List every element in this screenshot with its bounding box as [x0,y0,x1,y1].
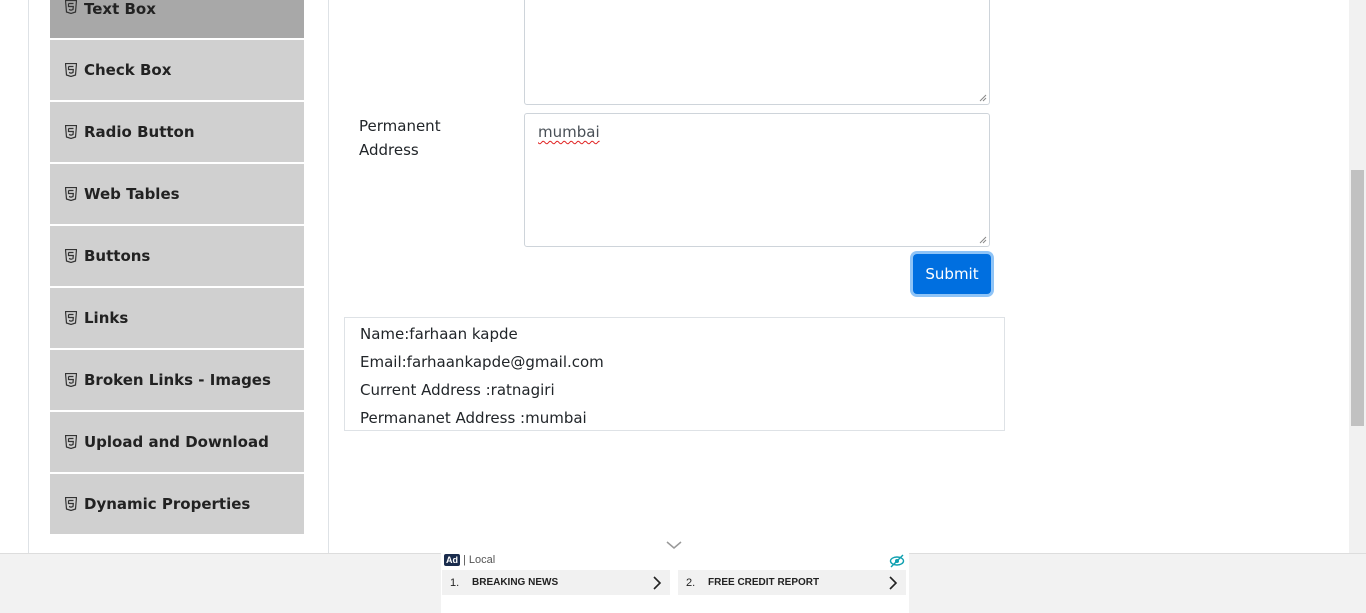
chevron-down-icon[interactable] [664,538,684,552]
ad-link-free-credit-report[interactable]: 2. FREE CREDIT REPORT [678,570,906,595]
html5-icon [65,187,77,201]
sidebar-item-broken-links-images[interactable]: Broken Links - Images [50,350,304,412]
html5-icon [65,249,77,263]
current-address-textarea[interactable] [524,0,990,105]
sidebar-item-label: Dynamic Properties [84,495,251,513]
sidebar-item-label: Broken Links - Images [84,371,271,389]
html5-icon [65,0,77,14]
chevron-right-icon [889,575,898,590]
sidebar-item-check-box[interactable]: Check Box [50,40,304,102]
eye-slash-icon[interactable] [889,554,905,568]
output-name: Name:farhaan kapde [360,325,518,343]
ad-link-number: 1. [450,576,460,589]
sidebar-menu: Text Box Check Box Radio Button Web Tabl… [50,0,305,536]
submit-button[interactable]: Submit [913,254,991,294]
html5-icon [65,435,77,449]
ad-badge: Ad [444,554,460,566]
ad-link-text: BREAKING NEWS [472,577,559,588]
ad-panel: Ad | Local 1. BREAKING NEWS 2. FREE CRED… [441,553,909,613]
html5-icon [65,373,77,387]
resize-grip-icon[interactable] [978,93,987,102]
sidebar-item-label: Text Box [84,0,156,18]
sidebar-item-buttons[interactable]: Buttons [50,226,304,288]
sidebar-item-web-tables[interactable]: Web Tables [50,164,304,226]
html5-icon [65,125,77,139]
output-permanent-address: Permananet Address :mumbai [360,409,587,427]
sidebar-item-links[interactable]: Links [50,288,304,350]
ad-link-text: FREE CREDIT REPORT [708,577,820,588]
sidebar-item-label: Web Tables [84,185,180,203]
ad-source: | Local [463,554,496,566]
ad-link-number: 2. [686,576,696,589]
sidebar-item-label: Buttons [84,247,151,265]
html5-icon [65,311,77,325]
output-email: Email:farhaankapde@gmail.com [360,353,604,371]
ad-link-breaking-news[interactable]: 1. BREAKING NEWS [442,570,670,595]
sidebar-item-dynamic-properties[interactable]: Dynamic Properties [50,474,304,536]
sidebar-item-text-box[interactable]: Text Box [50,0,304,40]
scrollbar-thumb[interactable] [1351,170,1364,426]
output-panel: Name:farhaan kapde Email:farhaankapde@gm… [344,317,1005,431]
html5-icon [65,63,77,77]
page: Text Box Check Box Radio Button Web Tabl… [0,0,1366,613]
chevron-right-icon [653,575,662,590]
permanent-address-label: Permanent Address [359,114,441,162]
output-current-address: Current Address :ratnagiri [360,381,555,399]
sidebar-item-radio-button[interactable]: Radio Button [50,102,304,164]
ad-header: Ad | Local [444,554,495,566]
sidebar-item-label: Radio Button [84,123,195,141]
sidebar-item-upload-and-download[interactable]: Upload and Download [50,412,304,474]
sidebar-item-label: Check Box [84,61,172,79]
sidebar-item-label: Upload and Download [84,433,269,451]
permanent-address-label-line1: Permanent [359,117,441,135]
permanent-address-value: mumbai [538,123,600,141]
permanent-address-label-line2: Address [359,141,419,159]
html5-icon [65,497,77,511]
resize-grip-icon[interactable] [978,235,987,244]
permanent-address-textarea[interactable]: mumbai [524,113,990,247]
sidebar-item-label: Links [84,309,129,327]
